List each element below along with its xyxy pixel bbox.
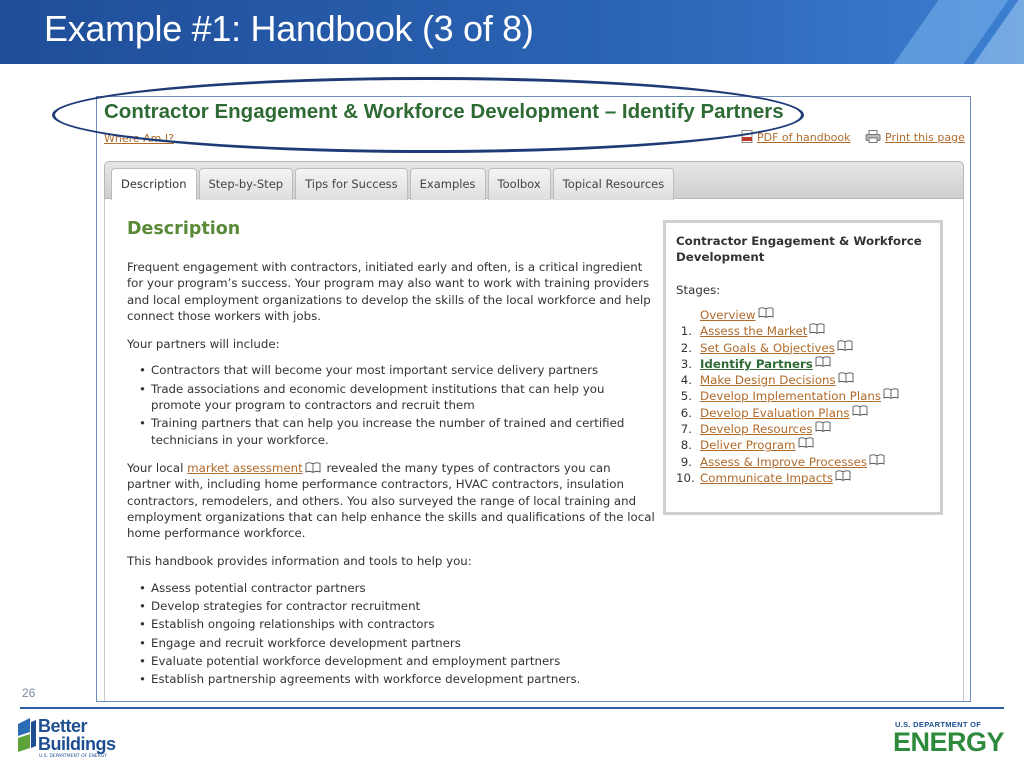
stages-sidebar: Contractor Engagement & Workforce Develo…: [663, 220, 943, 515]
list-item: Trade associations and economic developm…: [139, 381, 655, 414]
stage-link[interactable]: Assess the Market: [700, 323, 807, 339]
stages-label: Stages:: [676, 283, 721, 297]
handbook-icon: [815, 421, 831, 432]
tab-content: Description Frequent engagement with con…: [104, 199, 964, 701]
tab-topical-resources[interactable]: Topical Resources: [552, 168, 675, 200]
stage-item: Overview: [676, 307, 930, 323]
partners-intro: Your partners will include:: [127, 337, 280, 352]
highlight-ellipse: [52, 77, 804, 153]
market-paragraph: Your local market assessment revealed th…: [127, 460, 655, 541]
handbook-icon: [758, 307, 773, 318]
stage-number: 8.: [680, 438, 692, 453]
print-page-link[interactable]: Print this page: [865, 130, 965, 146]
stage-number: 1.: [680, 324, 692, 339]
stage-number: 3.: [680, 356, 692, 371]
handbook-icon: [838, 372, 854, 383]
handbook-icon: [815, 356, 831, 367]
text-fragment: Your local: [127, 460, 184, 475]
stage-item-current: 3. Identify Partners: [676, 356, 930, 372]
pdf-link-label: PDF of handbook: [757, 131, 851, 144]
list-item: Establish partnership agreements with wo…: [139, 671, 655, 688]
stage-number: 2.: [680, 340, 692, 355]
stage-number: 6.: [680, 405, 692, 420]
tools-intro: This handbook provides information and t…: [127, 554, 472, 569]
stage-link[interactable]: Develop Resources: [700, 421, 813, 437]
stages-list: Overview 1. Assess the Market 2. Set Goals…: [676, 307, 930, 486]
stage-item: 1. Assess the Market: [676, 323, 930, 339]
list-item: Training partners that can help you incr…: [139, 415, 655, 448]
doe-logo-energy: ENERGY: [893, 727, 1005, 757]
tab-bar: Description Step-by-Step Tips for Succes…: [104, 161, 964, 200]
tab-tips-for-success[interactable]: Tips for Success: [295, 168, 408, 200]
stage-link-current[interactable]: Identify Partners: [700, 356, 813, 372]
better-buildings-line2: Buildings: [38, 734, 116, 754]
list-item: Contractors that will become your most i…: [139, 362, 655, 379]
stage-number: 10.: [676, 470, 695, 485]
handbook-icon: [869, 454, 885, 465]
list-item: Evaluate potential workforce development…: [139, 653, 655, 670]
slide-title: Example #1: Handbook (3 of 8): [44, 8, 534, 49]
better-buildings-mark-icon: [18, 718, 36, 752]
better-buildings-subtitle: U.S. DEPARTMENT OF ENERGY: [39, 754, 107, 759]
handbook-icon: [835, 470, 851, 481]
handbook-icon: [837, 339, 853, 351]
tab-examples[interactable]: Examples: [409, 168, 486, 200]
stage-item: 5. Develop Implementation Plans: [676, 388, 930, 404]
footer-divider: [20, 707, 1004, 709]
stage-number: 5.: [680, 389, 692, 404]
stage-link[interactable]: Communicate Impacts: [700, 470, 833, 486]
description-body: Frequent engagement with contractors, in…: [127, 259, 655, 700]
stages-title: Contractor Engagement & Workforce Develo…: [676, 234, 922, 264]
slide-page-number: 26: [22, 686, 36, 700]
title-banner: Example #1: Handbook (3 of 8): [0, 0, 1024, 64]
list-item: Assess potential contractor partners: [139, 580, 655, 597]
handbook-icon: [883, 388, 899, 400]
tools-list: Assess potential contractor partners Dev…: [139, 580, 655, 688]
better-buildings-logo: Better Buildings U.S. DEPARTMENT OF ENER…: [18, 716, 133, 762]
stage-link[interactable]: Develop Implementation Plans: [700, 388, 881, 404]
tab-toolbox[interactable]: Toolbox: [487, 168, 551, 200]
stage-number: 9.: [680, 454, 692, 469]
stage-item: 2. Set Goals & Objectives: [676, 339, 930, 356]
stage-overview-link[interactable]: Overview: [700, 307, 756, 323]
market-assessment-link[interactable]: market assessment: [187, 461, 303, 475]
stage-item: 10. Communicate Impacts: [676, 470, 930, 486]
list-item: Engage and recruit workforce development…: [139, 635, 655, 652]
handbook-screenshot: Contractor Engagement & Workforce Develo…: [96, 96, 971, 702]
handbook-icon: [305, 462, 321, 473]
stage-number: 7.: [680, 422, 692, 437]
handbook-icon: [809, 323, 825, 335]
stage-link[interactable]: Deliver Program: [700, 437, 796, 453]
tab-step-by-step[interactable]: Step-by-Step: [198, 168, 294, 200]
list-item: Establish ongoing relationships with con…: [139, 616, 655, 633]
stage-link[interactable]: Assess & Improve Processes: [700, 454, 867, 470]
list-item: Develop strategies for contractor recrui…: [139, 598, 655, 615]
partners-list: Contractors that will become your most i…: [139, 362, 655, 447]
stage-item: 4. Make Design Decisions: [676, 372, 930, 388]
stage-item: 9. Assess & Improve Processes: [676, 454, 930, 470]
stage-item: 7. Develop Resources: [676, 421, 930, 437]
stage-link[interactable]: Develop Evaluation Plans: [700, 405, 850, 421]
stage-link[interactable]: Make Design Decisions: [700, 372, 836, 388]
handbook-icon: [798, 437, 813, 449]
intro-paragraph: Frequent engagement with contractors, in…: [127, 260, 651, 323]
stage-number: 4.: [680, 373, 692, 388]
stage-item: 6. Develop Evaluation Plans: [676, 405, 930, 421]
stage-link[interactable]: Set Goals & Objectives: [700, 340, 835, 356]
handbook-icon: [852, 405, 868, 416]
printer-icon: [865, 130, 881, 146]
print-link-label: Print this page: [885, 131, 965, 144]
description-heading: Description: [127, 219, 241, 239]
stage-item: 8. Deliver Program: [676, 437, 930, 453]
tab-description[interactable]: Description: [111, 168, 197, 200]
